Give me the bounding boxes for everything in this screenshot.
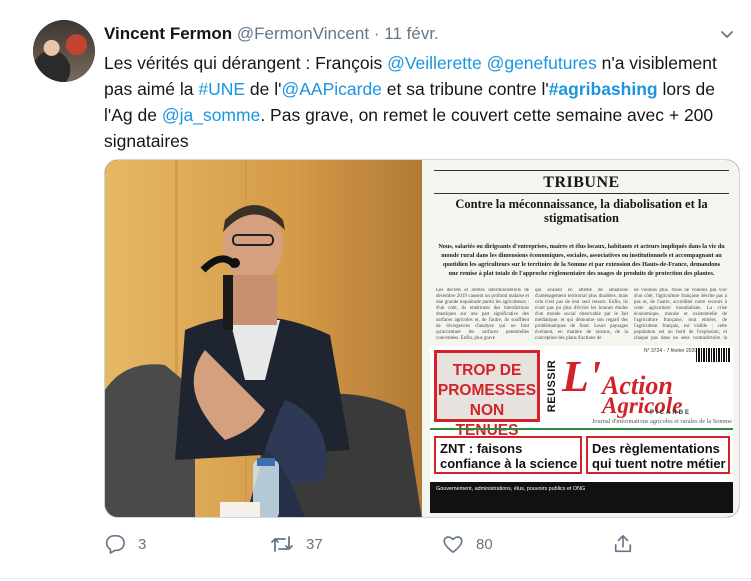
tweet[interactable]: Vincent Fermon @FermonVincent · 11 févr.… bbox=[0, 0, 751, 581]
tweet-date[interactable]: 11 févr. bbox=[384, 24, 439, 43]
divider bbox=[434, 193, 729, 194]
newspaper-logo: L' Action Agricole bbox=[562, 354, 732, 418]
retweet-count: 37 bbox=[306, 535, 323, 553]
tribune-column: ne voulons plus. Nous ne voulons pas voi… bbox=[634, 288, 727, 341]
journal-tagline: Journal d'informations agricoles et rura… bbox=[591, 418, 732, 425]
like-count: 80 bbox=[476, 535, 493, 553]
footer-bar-text: Gouvernement, administrations, élus, pou… bbox=[436, 486, 586, 492]
author-handle[interactable]: @FermonVincent bbox=[237, 24, 369, 43]
tribune-headline: Contre la méconnaissance, la diabolisati… bbox=[455, 197, 708, 225]
tweet-text-segment: et sa tribune contre l' bbox=[381, 79, 549, 99]
tribune-title: TRIBUNE bbox=[543, 174, 620, 191]
like-icon bbox=[442, 534, 464, 554]
front-page: TROP DE PROMESSES NON TENUES REUSSIR N° … bbox=[430, 346, 733, 513]
footer-bar: Gouvernement, administrations, élus, pou… bbox=[430, 482, 733, 513]
mention-link[interactable]: @AAPicarde bbox=[281, 79, 381, 99]
mention-link[interactable]: @Veillerette bbox=[387, 53, 482, 73]
newspaper-page: TRIBUNE Contre la méconnaissance, la dia… bbox=[422, 160, 739, 517]
tribune-column: Les décrets et arrêtés interministériels… bbox=[436, 288, 529, 341]
reussir-label: REUSSIR bbox=[546, 359, 558, 413]
tweet-header: Vincent Fermon @FermonVincent · 11 févr. bbox=[104, 24, 439, 44]
speaker-photo bbox=[105, 160, 422, 517]
headline-box-znt: ZNT : faisons confiance à la science bbox=[434, 436, 582, 474]
mention-link[interactable]: @genefutures bbox=[487, 53, 597, 73]
mention-link[interactable]: @ja_somme bbox=[162, 105, 261, 125]
headline-znt: ZNT : faisons confiance à la science bbox=[440, 441, 578, 471]
divider bbox=[430, 428, 733, 430]
share-icon bbox=[612, 534, 634, 554]
reply-count: 3 bbox=[138, 535, 147, 553]
logo-picarde: PICARDE bbox=[650, 410, 692, 416]
share-button[interactable] bbox=[612, 534, 634, 554]
tweet-text-segment: Les vérités qui dérangent : François bbox=[104, 53, 388, 73]
avatar[interactable] bbox=[33, 20, 95, 82]
logo-apostrophe: L' bbox=[562, 352, 602, 401]
divider bbox=[0, 578, 751, 579]
reply-icon bbox=[104, 534, 126, 554]
tweet-media[interactable]: TRIBUNE Contre la méconnaissance, la dia… bbox=[104, 159, 740, 518]
issue-info: N° 3724 - 7 février 2020 bbox=[644, 348, 698, 354]
tribune-intro: Nous, salariés ou dirigeants d'entrepris… bbox=[438, 243, 725, 277]
retweet-button[interactable]: 37 bbox=[270, 534, 323, 554]
tribune-column: qui avaient en attente de situations d'a… bbox=[535, 288, 628, 341]
tweet-text: Les vérités qui dérangent : François @Ve… bbox=[104, 50, 724, 154]
headline-box-regl: Des règlementations qui tuent notre méti… bbox=[586, 436, 730, 474]
promo-box: TROP DE PROMESSES NON TENUES bbox=[434, 350, 540, 439]
retweet-icon bbox=[270, 534, 294, 554]
chevron-down-icon[interactable] bbox=[717, 24, 737, 44]
author-name[interactable]: Vincent Fermon bbox=[104, 24, 232, 43]
divider bbox=[434, 170, 729, 171]
like-button[interactable]: 80 bbox=[442, 534, 493, 554]
reply-button[interactable]: 3 bbox=[104, 534, 146, 554]
hashtag-link[interactable]: #UNE bbox=[198, 79, 245, 99]
headline-regl: Des règlementations qui tuent notre méti… bbox=[592, 441, 726, 471]
tweet-text-segment: de l' bbox=[245, 79, 282, 99]
separator-dot: · bbox=[373, 24, 380, 43]
hashtag-link[interactable]: #agribashing bbox=[549, 79, 658, 99]
tribune-columns: Les décrets et arrêtés interministériels… bbox=[436, 288, 727, 342]
